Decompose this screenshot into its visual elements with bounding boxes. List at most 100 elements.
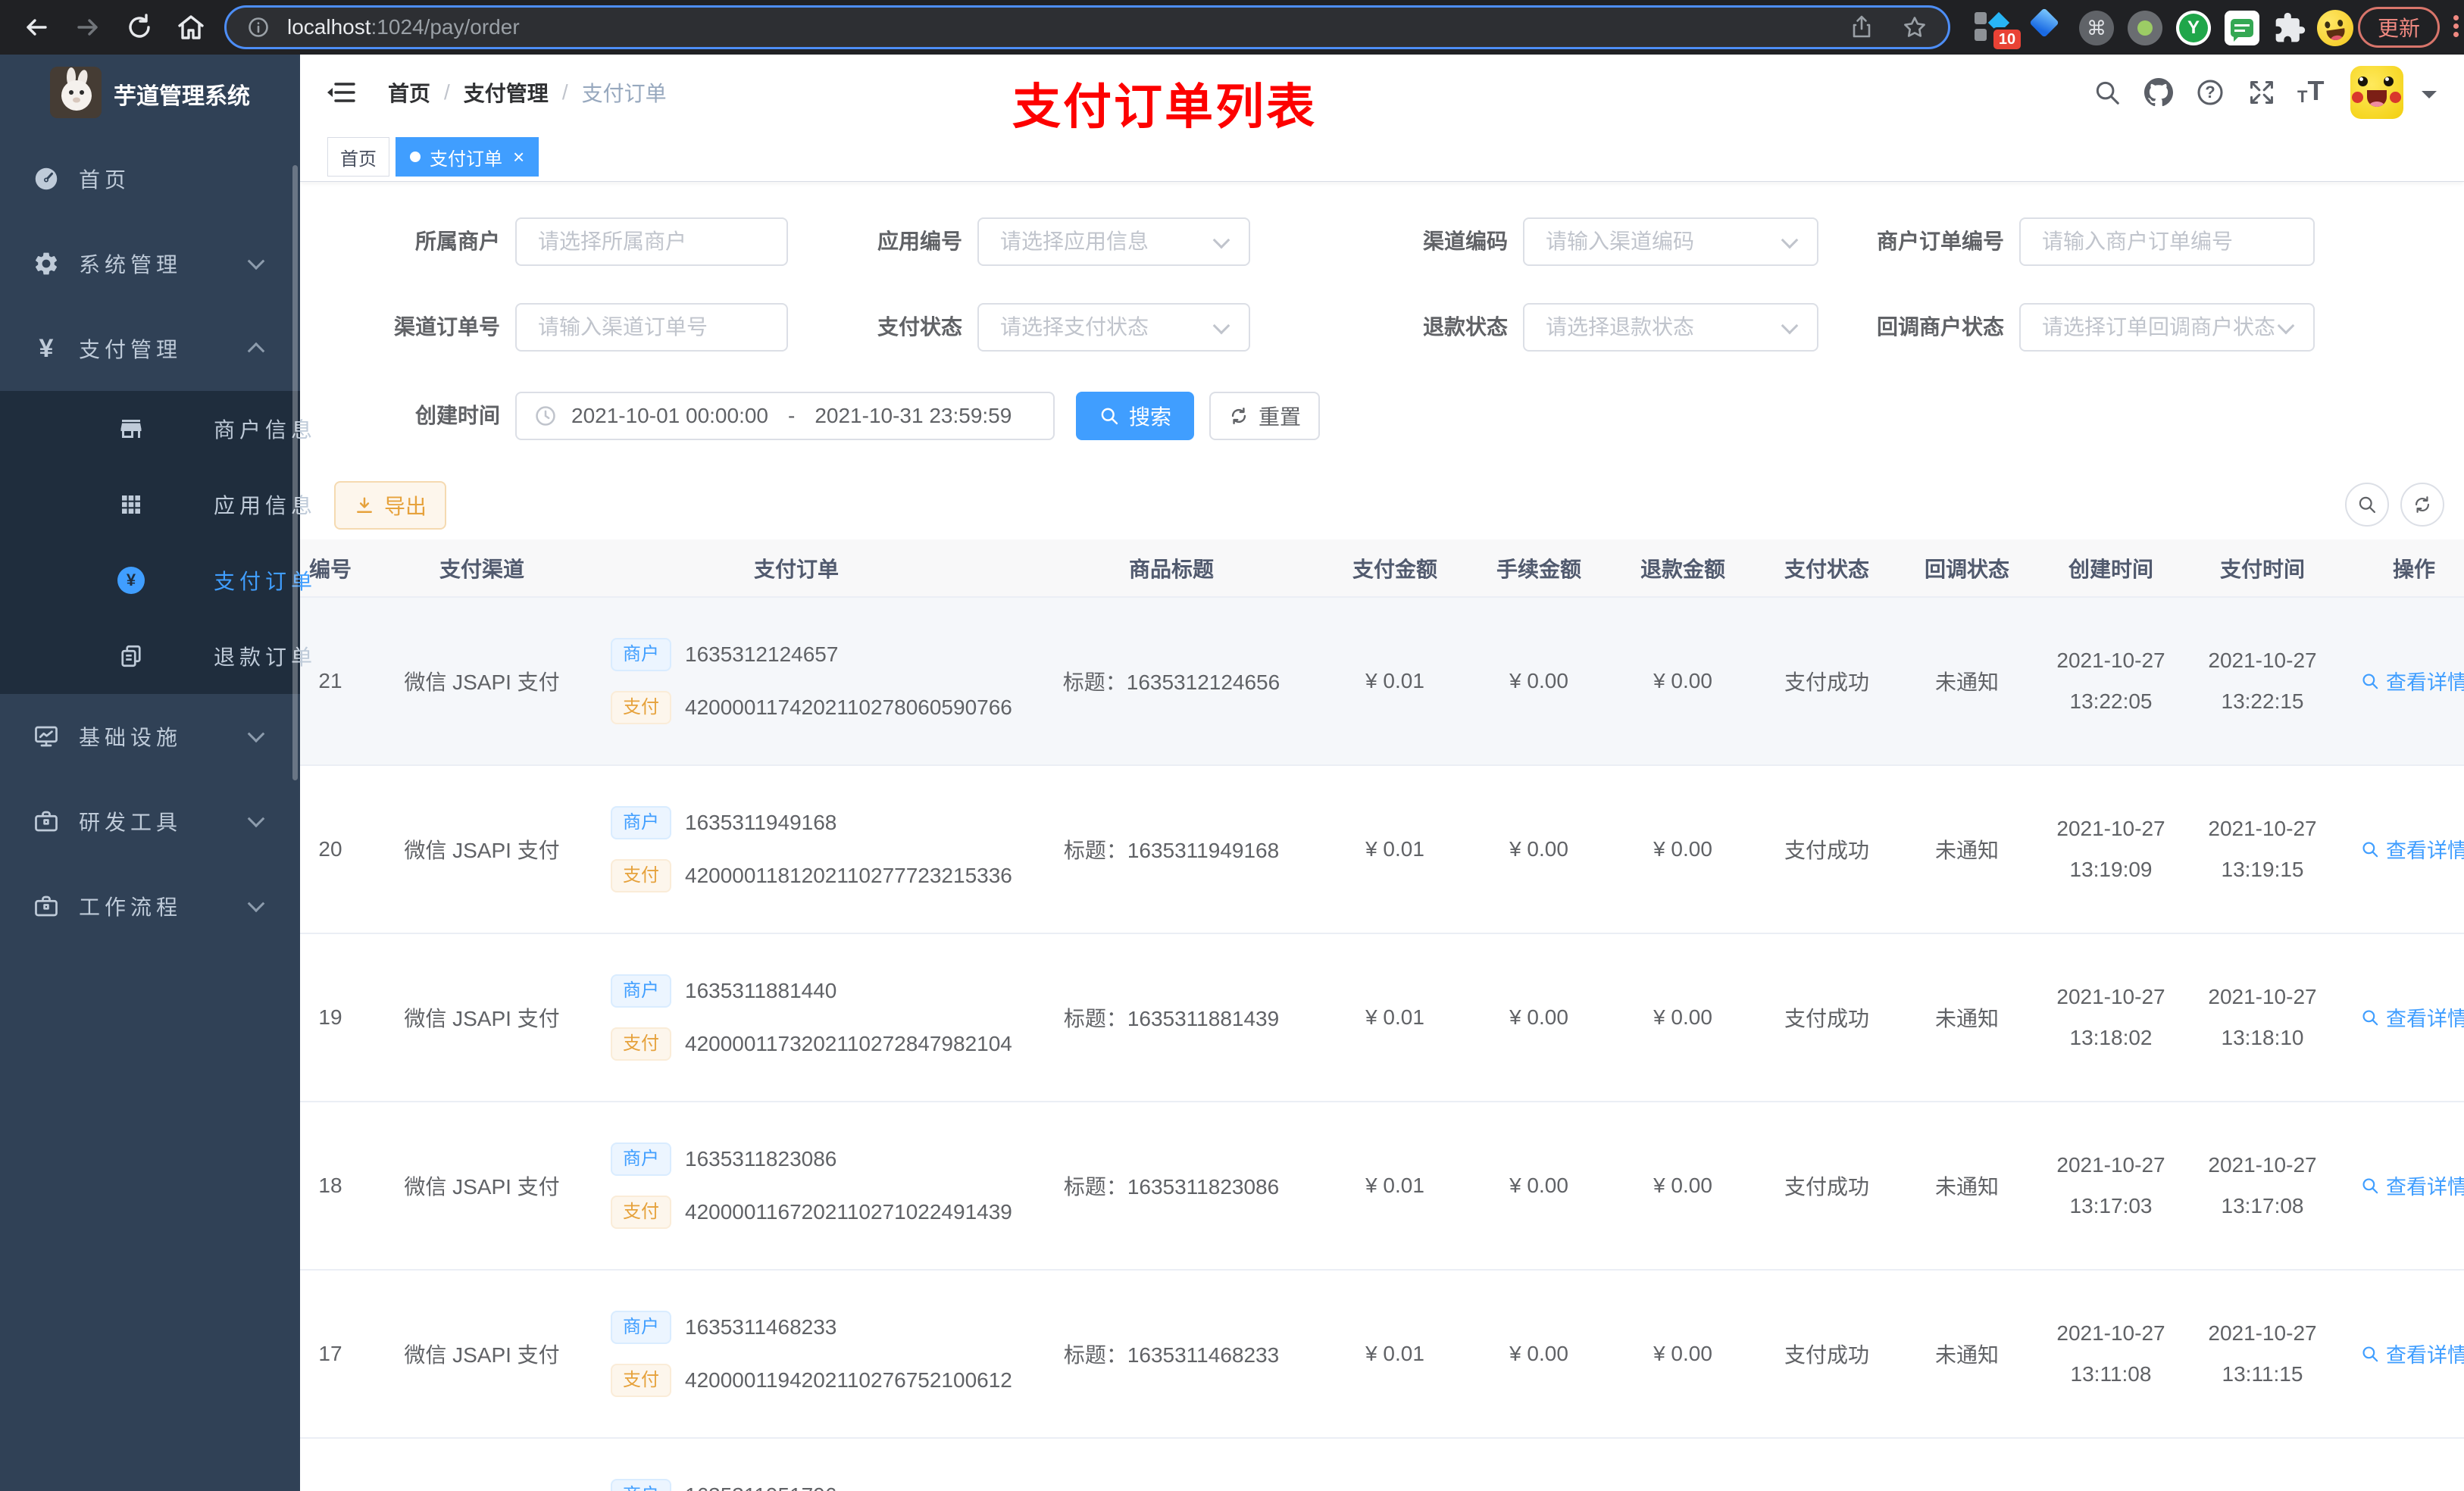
- callback-status-select[interactable]: [2019, 303, 2315, 352]
- avatar-caret-icon[interactable]: [2422, 91, 2437, 106]
- pay-order-cell: 商户 1635311881440 支付 42000011732021102728…: [573, 933, 1020, 1102]
- share-icon[interactable]: [1848, 14, 1875, 41]
- view-detail-link[interactable]: 查看详情: [2360, 666, 2464, 695]
- extensions-puzzle-icon[interactable]: [2273, 11, 2306, 45]
- search-button[interactable]: 搜索: [1076, 392, 1194, 440]
- merchant-select[interactable]: [515, 217, 788, 266]
- pay-time-cell: 2021-10-27 13:22:15: [2187, 597, 2338, 766]
- col-pay-status: 支付状态: [1755, 539, 1899, 598]
- col-amount: 支付金额: [1323, 539, 1467, 598]
- breadcrumb-payment[interactable]: 支付管理: [464, 77, 549, 108]
- channel-order-tag: 支付: [611, 1364, 671, 1397]
- channel-code-select[interactable]: [1523, 217, 1818, 266]
- channel-order-no: 4200001173202110272847982104: [685, 1032, 1012, 1055]
- pay-status-cell: [1755, 1438, 1899, 1491]
- tag-pay-order[interactable]: 支付订单 ×: [396, 137, 539, 177]
- toggle-search-button[interactable]: [2345, 483, 2389, 527]
- create-time-cell: 2021-10-27 13:18:02: [2035, 933, 2187, 1102]
- view-detail-link[interactable]: 查看详情: [2360, 1002, 2464, 1032]
- pay-time-cell: [2187, 1438, 2338, 1491]
- browser-forward-icon[interactable]: [71, 11, 105, 44]
- site-info-icon[interactable]: [246, 15, 270, 39]
- pay-status-cell: 支付成功: [1755, 597, 1899, 766]
- sidebar-item-merchant-info[interactable]: 商户信息: [0, 391, 312, 467]
- order-id-cell: 18: [300, 1102, 391, 1271]
- filter-label-callback-status: 回调商户状态: [1876, 315, 2004, 339]
- sidebar-item-dev-tools[interactable]: 研发工具: [0, 779, 300, 864]
- help-icon[interactable]: ?: [2196, 78, 2225, 107]
- address-bar[interactable]: localhost:1024/pay/order: [224, 5, 1950, 49]
- app-logo[interactable]: 芋道管理系统: [0, 65, 300, 123]
- amount-cell: ¥ 0.01: [1323, 933, 1467, 1102]
- sidebar-item-refund-order[interactable]: 退款订单: [0, 618, 312, 694]
- browser-home-icon[interactable]: [174, 11, 208, 44]
- extension-command-icon[interactable]: ⌘: [2079, 11, 2114, 45]
- fullscreen-icon[interactable]: [2247, 78, 2276, 107]
- filter-label-app: 应用编号: [877, 230, 962, 253]
- app-select[interactable]: [977, 217, 1250, 266]
- font-size-icon[interactable]: TT: [2297, 75, 2340, 107]
- merchant-order-no: 1635311951796: [685, 1483, 836, 1491]
- channel-order-no-input[interactable]: [515, 303, 788, 352]
- view-detail-link[interactable]: 查看详情: [2360, 1171, 2464, 1200]
- extension-record-icon[interactable]: [2128, 11, 2162, 45]
- sidebar-scrollbar[interactable]: [292, 165, 298, 780]
- merchant-order-no-input[interactable]: [2019, 217, 2315, 266]
- col-refund: 退款金额: [1611, 539, 1755, 598]
- channel-order-tag: 支付: [611, 1196, 671, 1229]
- sidebar-item-infrastructure[interactable]: 基础设施: [0, 694, 300, 779]
- refund-cell: ¥ 0.00: [1611, 597, 1755, 766]
- tags-view-bar: 首页 支付订单 ×: [300, 130, 2464, 182]
- col-actions: 操作: [2338, 539, 2464, 598]
- col-pay-time: 支付时间: [2187, 539, 2338, 598]
- view-detail-link[interactable]: 查看详情: [2360, 1339, 2464, 1368]
- sidebar-item-app-info[interactable]: 应用信息: [0, 467, 312, 542]
- filter-label-merchant-order-no: 商户订单编号: [1876, 230, 2004, 253]
- user-avatar[interactable]: [2350, 66, 2403, 119]
- pay-status-select[interactable]: [977, 303, 1250, 352]
- filter-label-merchant: 所属商户: [414, 230, 500, 253]
- browser-back-icon[interactable]: [20, 11, 53, 44]
- merchant-tag: 商户: [611, 1479, 671, 1491]
- breadcrumb-home[interactable]: 首页: [388, 77, 430, 108]
- main-content: 所属商户 应用编号 渠道编码 商户订单编号 渠道订单号 支付状态 退款状态 回调…: [300, 182, 2464, 1491]
- sidebar-item-workflow[interactable]: 工作流程: [0, 864, 300, 949]
- title-cell: 标题：1635311823086: [1020, 1102, 1323, 1271]
- pay-status-cell: 支付成功: [1755, 1270, 1899, 1439]
- extension-y-icon[interactable]: Y: [2176, 11, 2211, 45]
- bookmark-star-icon[interactable]: [1901, 14, 1928, 41]
- col-create-time: 创建时间: [2035, 539, 2187, 598]
- pay-time-cell: 2021-10-27 13:17:08: [2187, 1102, 2338, 1271]
- reset-button[interactable]: 重置: [1209, 392, 1320, 440]
- merchant-tag: 商户: [611, 1142, 671, 1176]
- table-header-row: 编号 支付渠道 支付订单 商品标题 支付金额 手续金额 退款金额 支付状态 回调…: [300, 539, 2464, 598]
- title-cell: 标题：1635311949168: [1020, 765, 1323, 934]
- sidebar-item-payment[interactable]: ¥ 支付管理: [0, 306, 300, 391]
- tag-close-icon[interactable]: ×: [513, 147, 524, 167]
- github-icon[interactable]: [2144, 78, 2173, 107]
- create-time-range-input[interactable]: 2021-10-01 00:00:00 - 2021-10-31 23:59:5…: [515, 392, 1055, 440]
- refund-cell: ¥ 0.00: [1611, 1270, 1755, 1439]
- tag-home[interactable]: 首页: [327, 137, 389, 177]
- channel-order-tag: 支付: [611, 859, 671, 892]
- annotation-title: 支付订单列表: [1012, 80, 1317, 134]
- extension-kite-icon[interactable]: [2029, 8, 2059, 38]
- sidebar-item-pay-order[interactable]: ¥ 支付订单: [0, 542, 312, 618]
- browser-reload-icon[interactable]: [123, 11, 156, 44]
- extension-chat-icon[interactable]: [2225, 11, 2259, 45]
- browser-menu-icon[interactable]: [2452, 12, 2459, 45]
- create-time-cell: 2021-10-27 13:22:05: [2035, 597, 2187, 766]
- browser-update-button[interactable]: 更新: [2358, 7, 2440, 48]
- view-detail-link[interactable]: 查看详情: [2360, 834, 2464, 864]
- create-time-cell: 2021-10-27 13:19:09: [2035, 765, 2187, 934]
- sidebar-item-system[interactable]: 系统管理: [0, 221, 300, 306]
- refresh-table-button[interactable]: [2400, 483, 2444, 527]
- sidebar-item-home[interactable]: 首页: [0, 136, 300, 221]
- monitor-chart-icon: [32, 722, 61, 751]
- refund-status-select[interactable]: [1523, 303, 1818, 352]
- export-button[interactable]: 导出: [334, 481, 446, 530]
- header-search-icon[interactable]: [2093, 78, 2122, 107]
- profile-emoji-avatar[interactable]: [2314, 7, 2356, 49]
- sidebar-fold-icon[interactable]: [326, 77, 356, 108]
- merchant-tag: 商户: [611, 806, 671, 839]
